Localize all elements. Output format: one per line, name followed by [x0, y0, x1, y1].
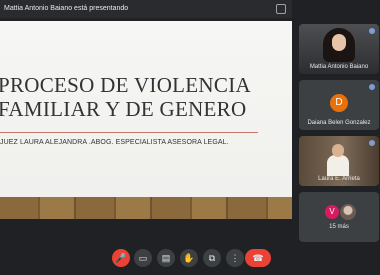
participant-tile-mattia[interactable]: Mattia Antonio Baiano	[299, 24, 379, 74]
participant-name: Mattia Antonio Baiano	[309, 64, 369, 70]
avatar-photo	[340, 204, 356, 220]
camera-icon[interactable]: ▭	[134, 249, 152, 267]
participant-name: Laura E. Arrieta	[318, 176, 360, 182]
mic-off-icon[interactable]: 🎤	[112, 249, 130, 267]
shared-screen: PROCESO DE VIOLENCIA FAMILIAR Y DE GENER…	[0, 21, 292, 219]
mic-icon	[369, 28, 375, 34]
more-icon[interactable]: ⋮	[226, 249, 244, 267]
avatar: D	[330, 94, 348, 112]
presenter-banner: Mattia Antonio Baiano está presentando	[0, 0, 292, 18]
hang-up-icon[interactable]: ☎	[245, 249, 271, 267]
slide-subtitle: JUEZ LAURA ALEJANDRA .ABOG. ESPECIALISTA…	[0, 139, 229, 146]
slide-title-line-1: PROCESO DE VIOLENCIA	[0, 73, 251, 97]
mic-icon	[369, 140, 375, 146]
participant-name: Daiana Belen Gonzalez	[307, 120, 371, 126]
raise-hand-icon[interactable]: ✋	[180, 249, 198, 267]
captions-icon[interactable]: ▤	[157, 249, 175, 267]
control-bar: 🎤 ▭ ▤ ✋ ⧉ ⋮ ☎	[0, 245, 380, 275]
present-icon[interactable]: ⧉	[203, 249, 221, 267]
slide-divider	[0, 132, 258, 133]
participant-tile-daiana[interactable]: D Daiana Belen Gonzalez	[299, 80, 379, 130]
avatar: V	[325, 205, 339, 219]
presenter-text: Mattia Antonio Baiano está presentando	[4, 5, 129, 12]
stop-presenting-icon[interactable]	[276, 4, 286, 14]
slide-title: PROCESO DE VIOLENCIA FAMILIAR Y DE GENER…	[0, 73, 251, 121]
more-participants-count: 15 más	[329, 224, 349, 230]
more-participants-tile[interactable]: V 15 más	[299, 192, 379, 242]
participant-tile-laura[interactable]: Laura E. Arrieta	[299, 136, 379, 186]
slide-floor-decoration	[0, 197, 292, 219]
mic-icon	[369, 84, 375, 90]
slide-title-line-2: FAMILIAR Y DE GENERO	[0, 97, 247, 121]
participant-video	[327, 144, 349, 176]
participant-video	[323, 28, 355, 62]
